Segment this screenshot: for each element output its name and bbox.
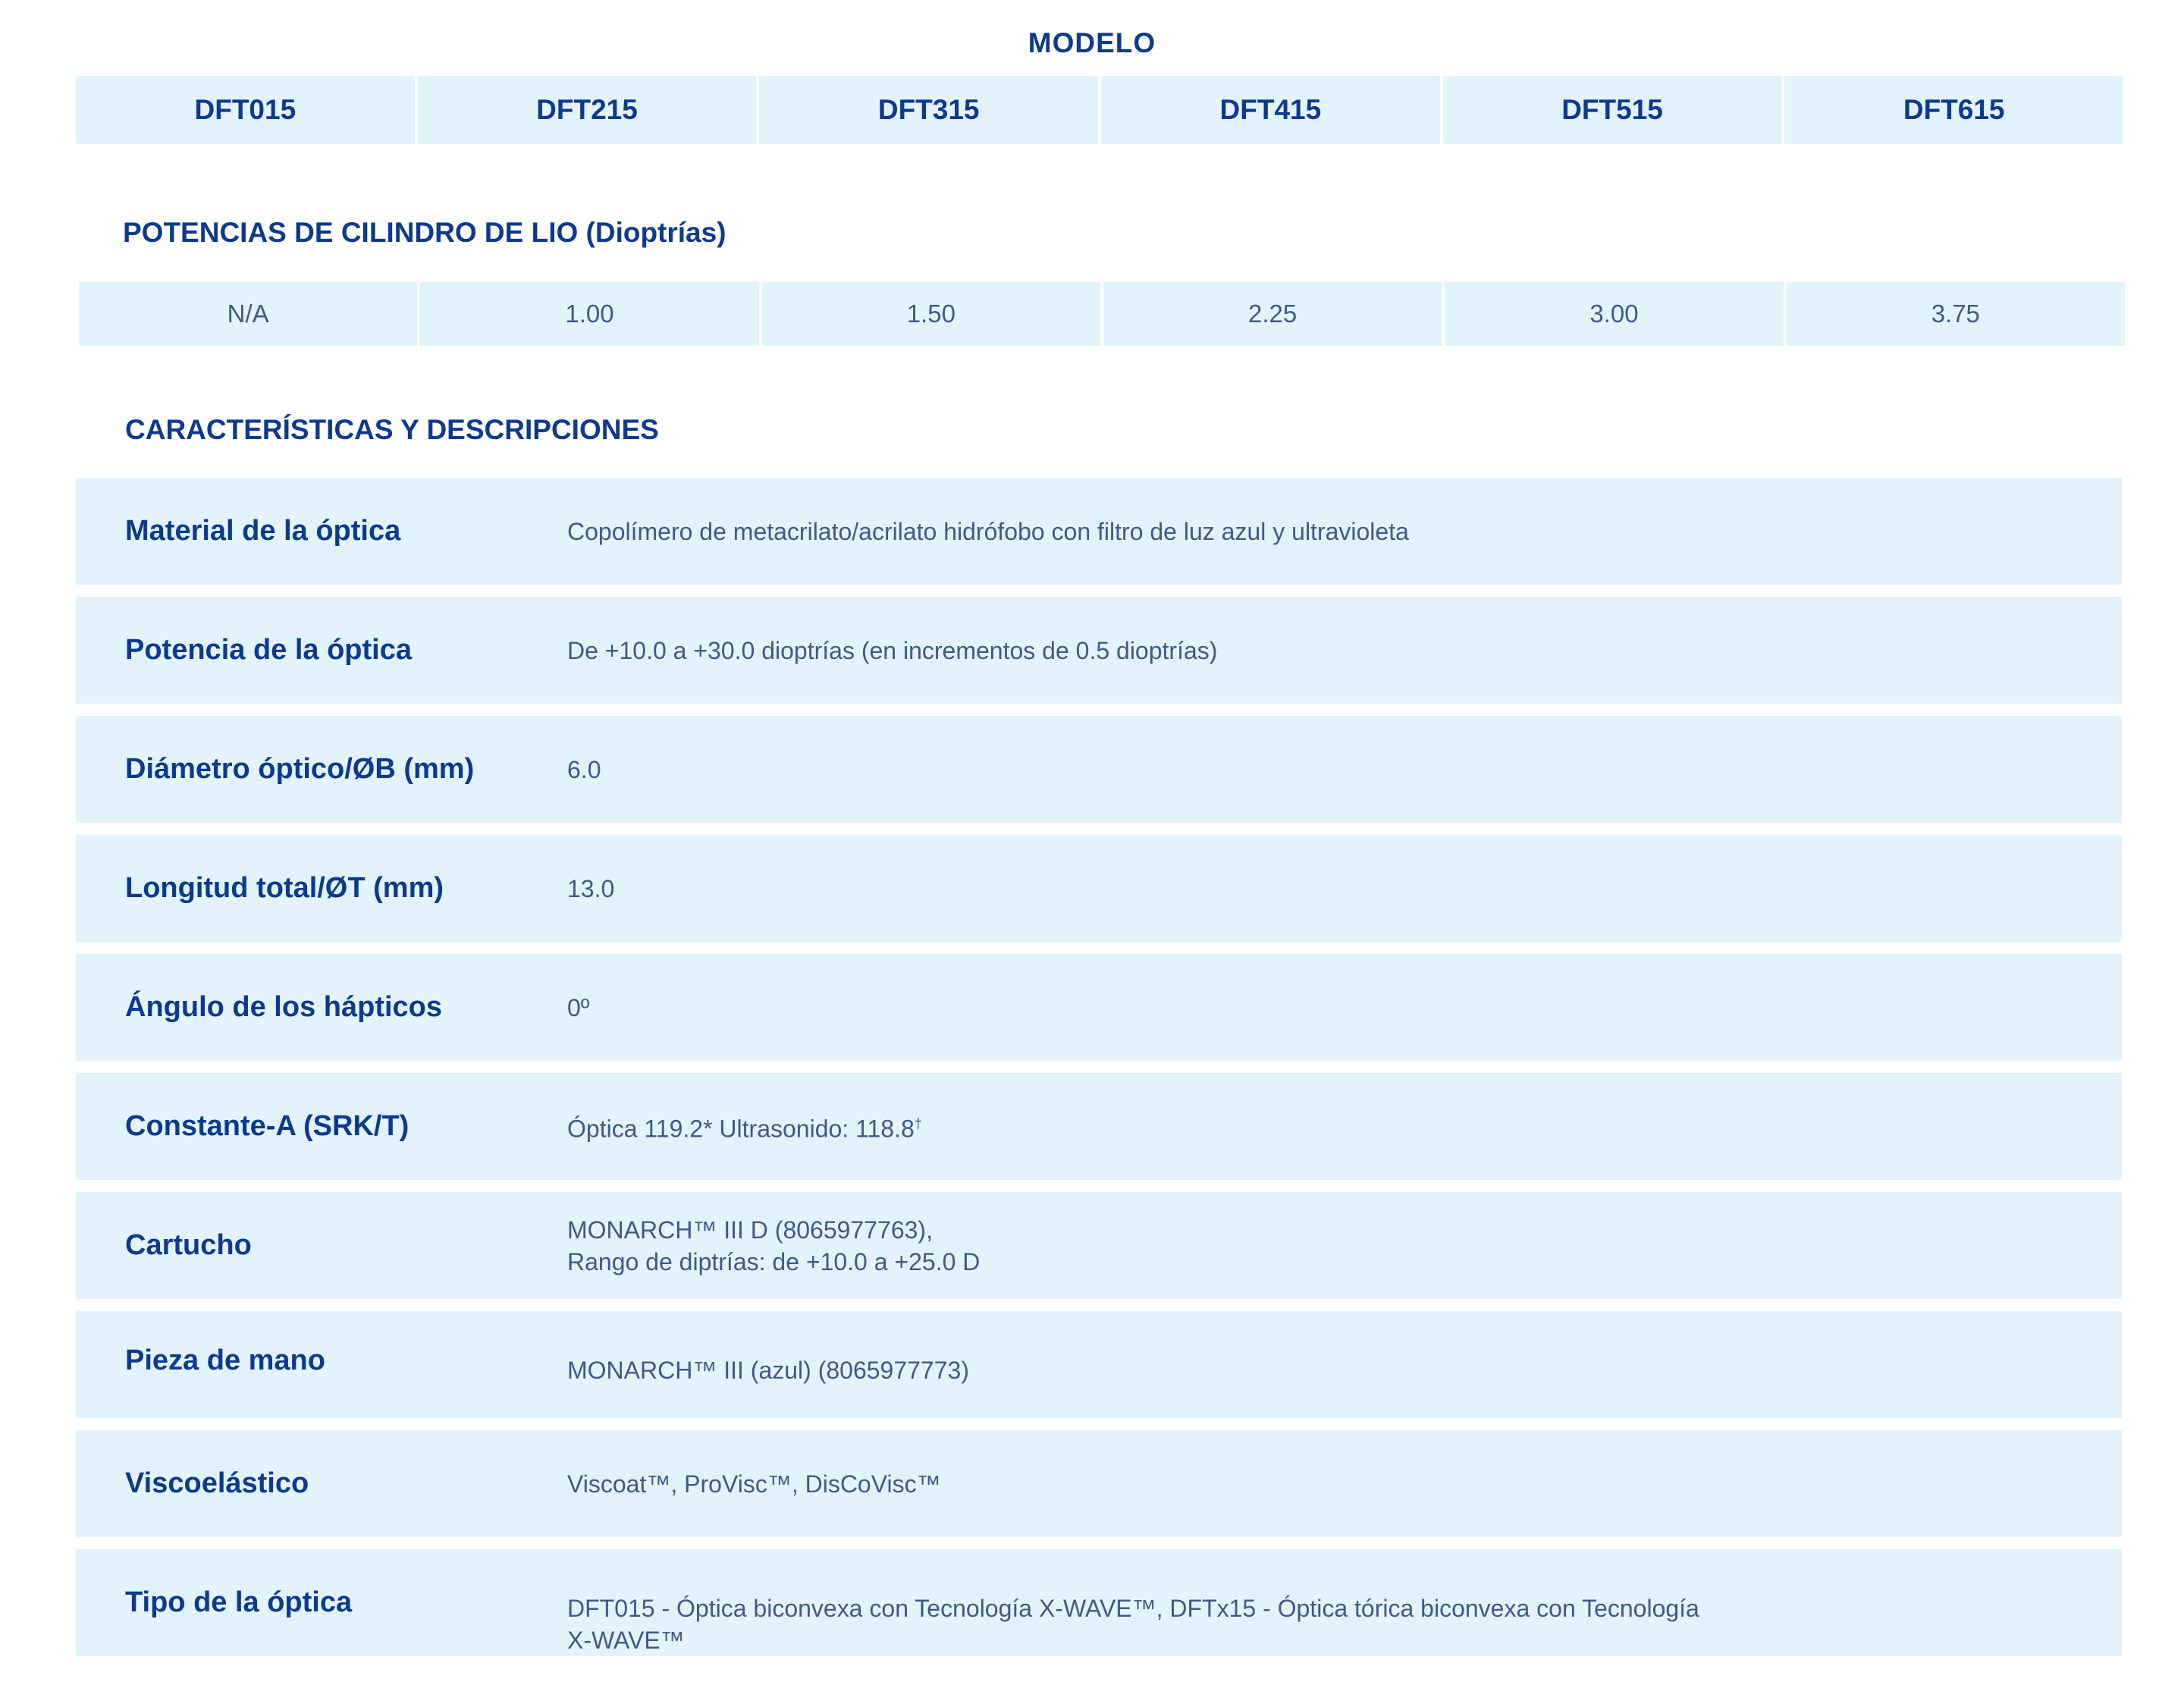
- spec-label: Ángulo de los hápticos: [125, 991, 443, 1023]
- spec-row-pieza: Pieza de mano MONARCH™ III (azul) (80659…: [76, 1311, 2122, 1418]
- spec-value: De +10.0 a +30.0 dioptrías (en increment…: [567, 597, 2046, 704]
- spec-value: Viscoat™, ProVisc™, DisCoVisc™: [567, 1430, 2046, 1537]
- model-row: DFT015 DFT215 DFT315 DFT415 DFT515 DFT61…: [76, 76, 2124, 144]
- spec-row-constante: Constante-A (SRK/T) Óptica 119.2* Ultras…: [76, 1073, 2122, 1180]
- cylinder-power-cell: 3.75: [1786, 282, 2125, 346]
- spec-row-angulo: Ángulo de los hápticos 0º: [76, 954, 2122, 1061]
- spec-value-line: DFT015 - Óptica biconvexa con Tecnología…: [567, 1595, 1699, 1622]
- cylinder-powers-row: N/A 1.00 1.50 2.25 3.00 3.75: [79, 282, 2125, 346]
- spec-label: Tipo de la óptica: [125, 1586, 353, 1618]
- spec-value-line: MONARCH™ III (azul) (8065977773): [567, 1356, 969, 1384]
- spec-value: 13.0: [567, 835, 2046, 942]
- spec-value: MONARCH™ III (azul) (8065977773): [567, 1311, 2046, 1418]
- spec-value: DFT015 - Óptica biconvexa con Tecnología…: [567, 1549, 2046, 1659]
- dagger-footnote-mark: †: [914, 1116, 922, 1132]
- spec-value-line: 6.0: [567, 755, 601, 783]
- spec-label: Viscoelástico: [125, 1467, 309, 1499]
- spec-value-line: Óptica 119.2* Ultrasonido: 118.8†: [567, 1108, 2046, 1145]
- characteristics-title: CARACTERÍSTICAS Y DESCRIPCIONES: [125, 414, 659, 445]
- cylinder-power-cell: 3.00: [1445, 282, 1784, 346]
- cylinder-power-cell: 2.25: [1103, 282, 1442, 346]
- model-cell: DFT315: [759, 76, 1099, 144]
- spec-value: Copolímero de metacrilato/acrilato hidró…: [567, 478, 2046, 585]
- spec-row-material: Material de la óptica Copolímero de meta…: [76, 478, 2122, 585]
- characteristics-table: Material de la óptica Copolímero de meta…: [76, 478, 2122, 1668]
- spec-value: 6.0: [567, 716, 2046, 823]
- spec-value-line: X-WAVE™: [567, 1627, 685, 1654]
- model-title: MODELO: [1028, 27, 1156, 58]
- spec-value-line: 13.0: [567, 874, 615, 902]
- spec-value-line: Copolímero de metacrilato/acrilato hidró…: [567, 517, 1409, 545]
- spec-label: Potencia de la óptica: [125, 634, 412, 666]
- spec-sheet: MODELO DFT015 DFT215 DFT315 DFT415 DFT51…: [0, 0, 2184, 1688]
- model-cell: DFT215: [417, 76, 757, 144]
- spec-row-diametro: Diámetro óptico/ØB (mm) 6.0: [76, 716, 2122, 823]
- spec-value: 0º: [567, 954, 2046, 1061]
- spec-value-line: Viscoat™, ProVisc™, DisCoVisc™: [567, 1470, 941, 1498]
- spec-value: MONARCH™ III D (8065977763), Rango de di…: [567, 1192, 2046, 1299]
- spec-label: Material de la óptica: [125, 515, 401, 547]
- spec-value: Óptica 119.2* Ultrasonido: 118.8†: [567, 1073, 2046, 1180]
- spec-value-line: De +10.0 a +30.0 dioptrías (en increment…: [567, 636, 1218, 664]
- spec-row-tipo: Tipo de la óptica DFT015 - Óptica biconv…: [76, 1549, 2122, 1656]
- spec-row-cartucho: Cartucho MONARCH™ III D (8065977763), Ra…: [76, 1192, 2122, 1299]
- spec-label: Diámetro óptico/ØB (mm): [125, 753, 475, 785]
- cylinder-power-cell: 1.00: [420, 282, 759, 346]
- model-cell: DFT015: [76, 76, 415, 144]
- spec-label: Pieza de mano: [125, 1344, 325, 1376]
- spec-label: Constante-A (SRK/T): [125, 1110, 410, 1142]
- spec-row-potencia: Potencia de la óptica De +10.0 a +30.0 d…: [76, 597, 2122, 704]
- model-cell: DFT415: [1101, 76, 1440, 144]
- cylinder-power-cell: N/A: [79, 282, 418, 346]
- spec-value-line: 0º: [567, 993, 590, 1021]
- spec-value-text: Óptica 119.2* Ultrasonido: 118.8: [567, 1115, 915, 1143]
- model-cell: DFT615: [1784, 76, 2124, 144]
- cylinder-power-cell: 1.50: [761, 282, 1100, 346]
- spec-value-line: Rango de diptrías: de +10.0 a +25.0 D: [567, 1247, 981, 1275]
- model-cell: DFT515: [1442, 76, 1782, 144]
- spec-label: Longitud total/ØT (mm): [125, 872, 444, 904]
- spec-value-line: MONARCH™ III D (8065977763),: [567, 1216, 933, 1244]
- spec-row-longitud: Longitud total/ØT (mm) 13.0: [76, 835, 2122, 942]
- cylinder-powers-title: POTENCIAS DE CILINDRO DE LIO (Dioptrías): [123, 217, 726, 248]
- spec-row-viscoelastico: Viscoelástico Viscoat™, ProVisc™, DisCoV…: [76, 1430, 2122, 1537]
- spec-label: Cartucho: [125, 1229, 252, 1261]
